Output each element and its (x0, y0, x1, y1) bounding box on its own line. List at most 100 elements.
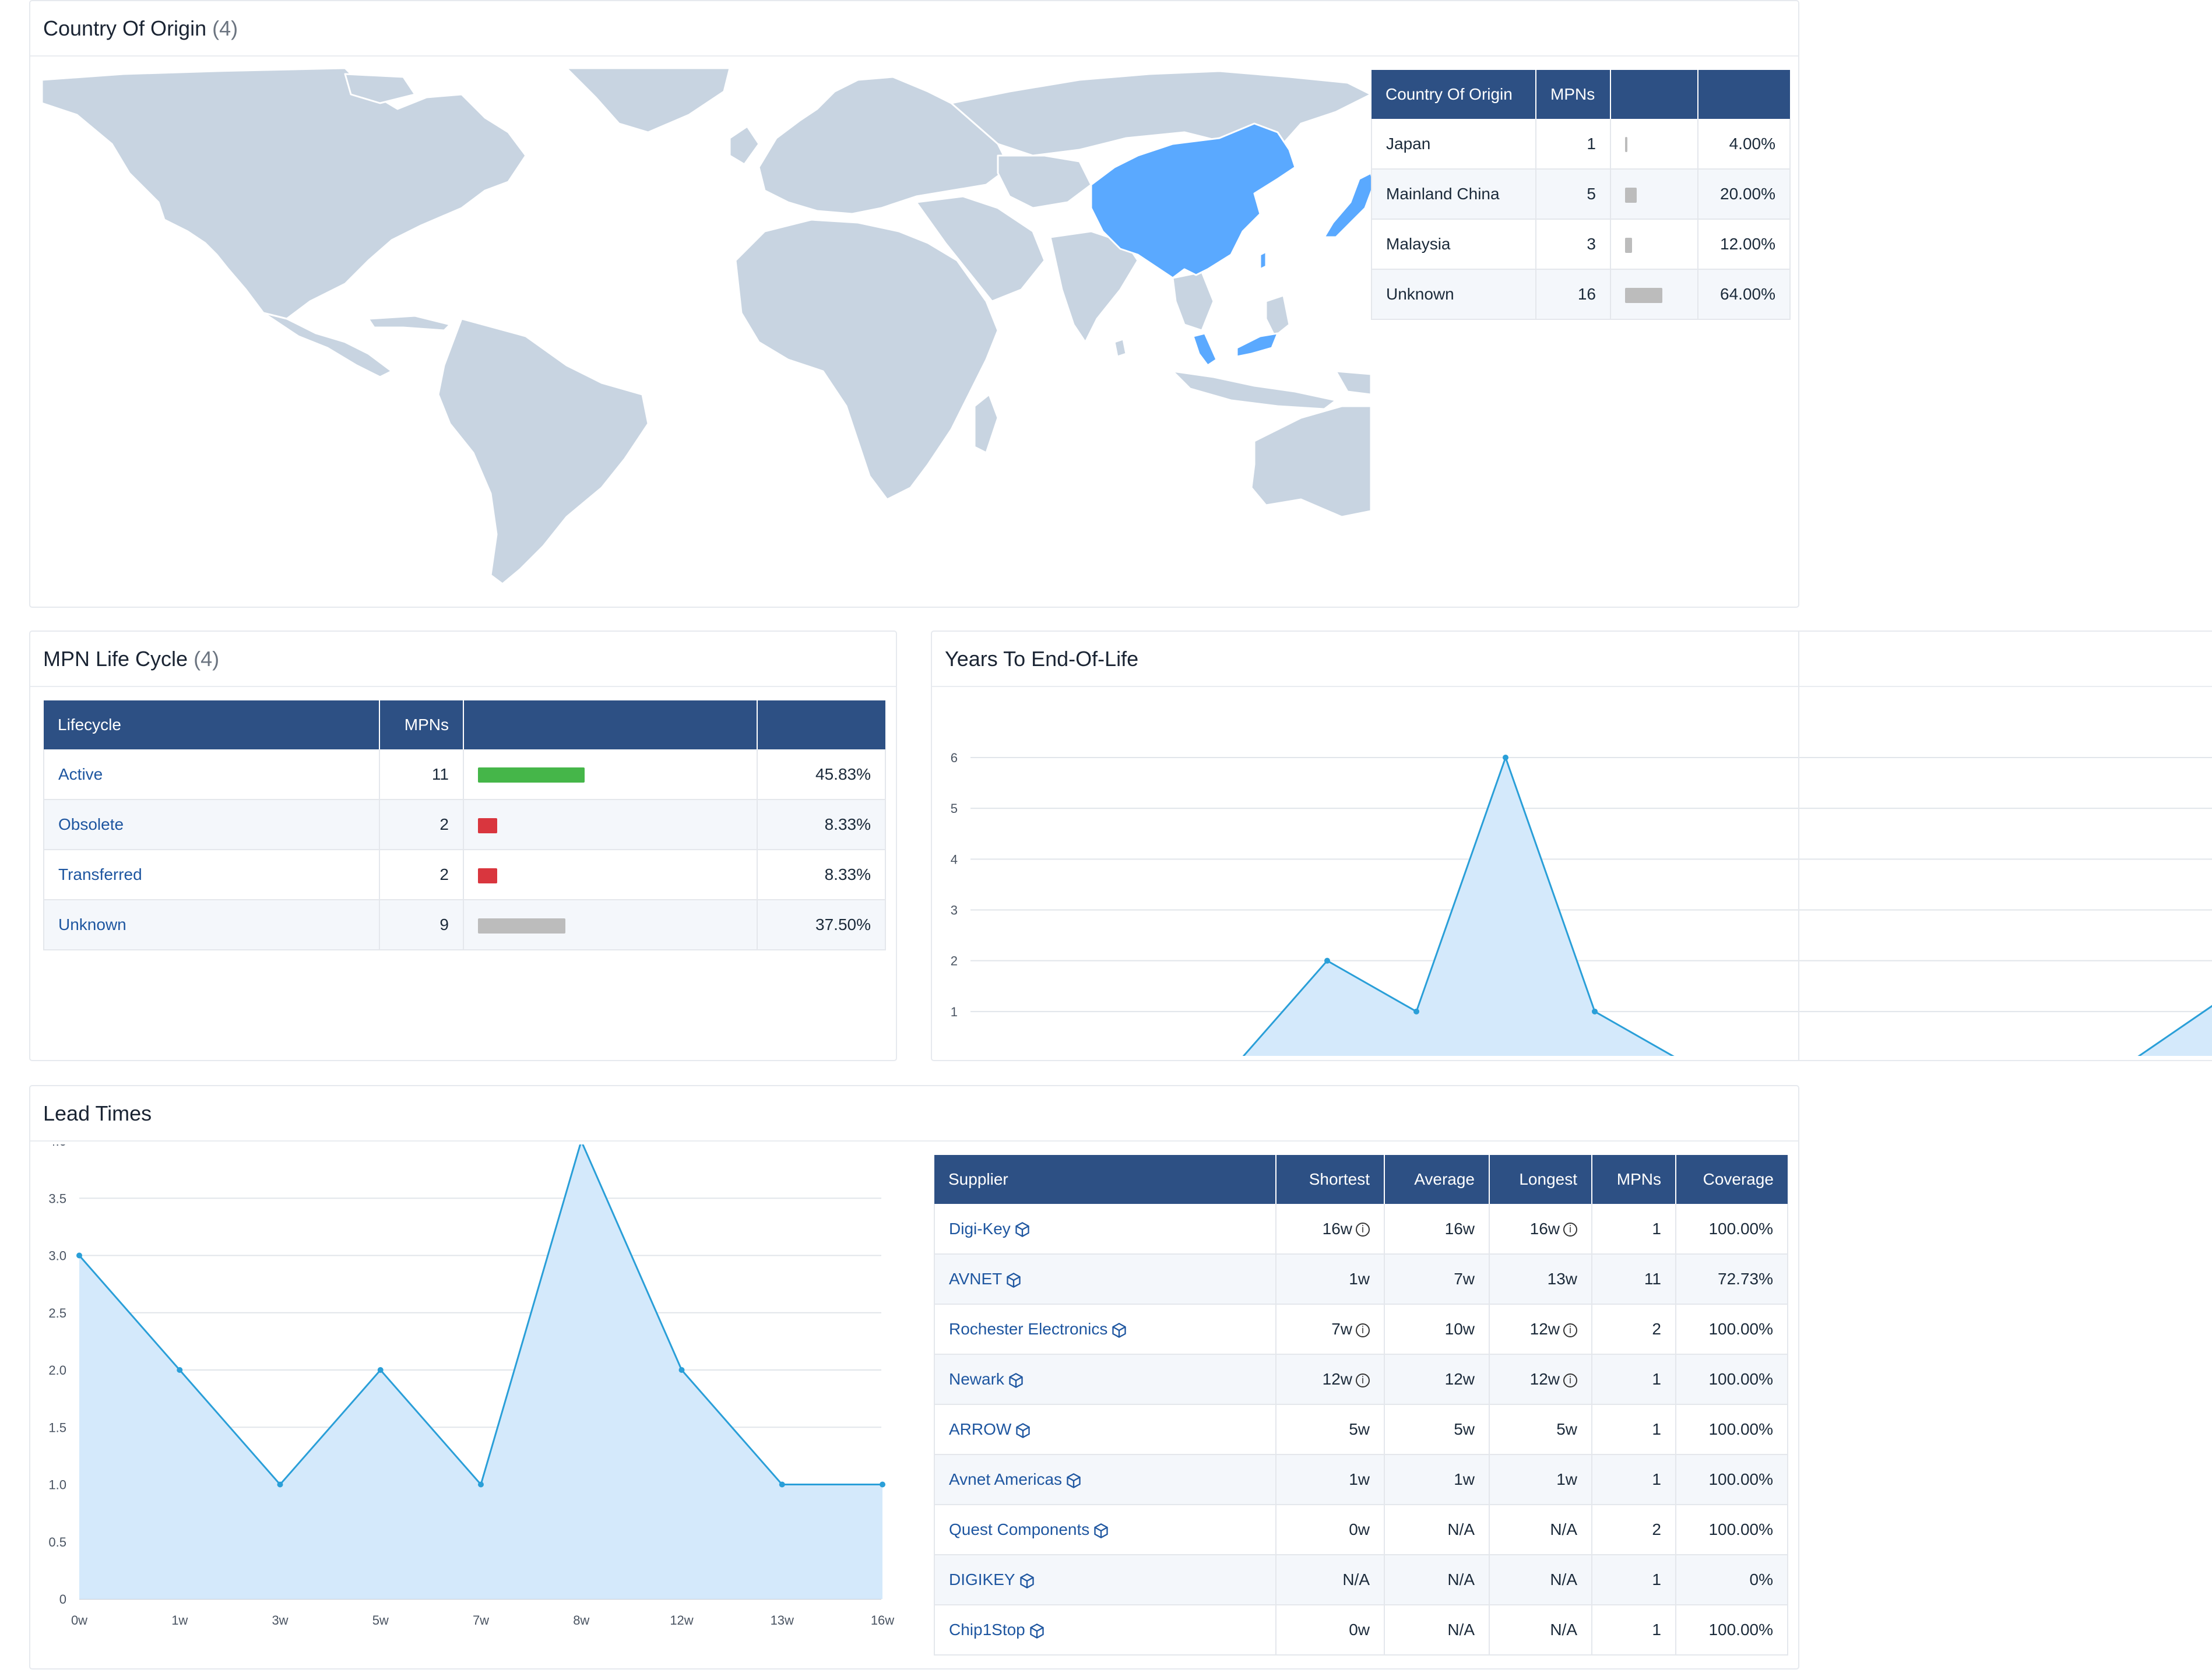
country-name: Mainland China (1371, 169, 1536, 220)
area-fill (79, 1144, 882, 1599)
supplier-row[interactable]: Rochester Electronics 7w i 10w 12w i 2 100.00% (934, 1304, 1788, 1355)
data-point[interactable] (779, 1481, 785, 1488)
map-taiwan[interactable] (1259, 251, 1267, 270)
map-japan[interactable] (1323, 172, 1371, 238)
lifecycle-table-header: Lifecycle MPNs (44, 700, 885, 749)
info-circle-icon[interactable]: i (1563, 1323, 1577, 1337)
map-philippines[interactable] (1265, 294, 1290, 337)
lifecycle-row[interactable]: Active 11 45.83% (43, 749, 886, 800)
info-circle-icon[interactable]: i (1356, 1223, 1370, 1237)
country-row[interactable]: Japan 1 4.00% (1371, 119, 1791, 170)
data-point[interactable] (678, 1367, 685, 1373)
country-row[interactable]: Malaysia 3 12.00% (1371, 219, 1791, 270)
col-shortest[interactable]: Shortest (1276, 1155, 1385, 1204)
country-mpns: 3 (1536, 219, 1611, 270)
supplier-mpns: 11 (1592, 1254, 1676, 1305)
longest-value: 12w (1529, 1370, 1560, 1388)
supplier-link[interactable]: Rochester Electronics (949, 1320, 1107, 1338)
col-lifecycle[interactable]: Lifecycle (44, 700, 380, 749)
col-longest[interactable]: Longest (1489, 1155, 1592, 1204)
panel-title: Lead Times (43, 1101, 152, 1126)
data-point[interactable] (880, 1481, 885, 1488)
supplier-row[interactable]: Chip1Stop 0w N/A N/A 1 100.00% (934, 1605, 1788, 1656)
supplier-row[interactable]: Avnet Americas 1w 1w 1w 1 100.00% (934, 1454, 1788, 1505)
country-row[interactable]: Mainland China 5 20.00% (1371, 169, 1791, 220)
map-malaysia-borneo[interactable] (1236, 332, 1279, 358)
supplier-row[interactable]: AVNET 1w 7w 13w 11 72.73% (934, 1254, 1788, 1305)
supplier-row[interactable]: Quest Components 0w N/A N/A 2 100.00% (934, 1505, 1788, 1555)
supplier-coverage: 100.00% (1676, 1304, 1788, 1355)
map-europe[interactable] (758, 76, 1011, 215)
col-mpns[interactable]: MPNs (379, 700, 464, 749)
supplier-cell: Rochester Electronics (934, 1304, 1276, 1355)
map-africa[interactable] (734, 219, 999, 501)
lifecycle-link[interactable]: Active (58, 765, 103, 783)
info-circle-icon[interactable]: i (1563, 1373, 1577, 1387)
map-malaysia-peninsula[interactable] (1192, 332, 1218, 367)
y-tick-label: 1 (951, 1005, 958, 1019)
map-south-america[interactable] (437, 318, 649, 585)
map-russia[interactable] (950, 70, 1371, 157)
col-mpns[interactable]: MPNs (1536, 70, 1611, 119)
shortest-value: 16w (1322, 1219, 1352, 1238)
data-point[interactable] (377, 1367, 384, 1373)
supplier-link[interactable]: Digi-Key (949, 1220, 1011, 1238)
supplier-link[interactable]: Newark (949, 1370, 1004, 1388)
map-north-america[interactable] (42, 68, 527, 320)
col-coverage[interactable]: Coverage (1676, 1155, 1788, 1204)
supplier-row[interactable]: DIGIKEY N/A N/A N/A 1 0% (934, 1555, 1788, 1605)
lifecycle-row[interactable]: Obsolete 2 8.33% (43, 799, 886, 850)
map-uk[interactable] (729, 125, 760, 165)
map-madagascar[interactable] (973, 393, 999, 454)
supplier-link[interactable]: DIGIKEY (949, 1570, 1015, 1589)
supplier-link[interactable]: ARROW (949, 1420, 1011, 1438)
lifecycle-link[interactable]: Obsolete (58, 815, 124, 833)
lifecycle-row[interactable]: Transferred 2 8.33% (43, 850, 886, 900)
supplier-row[interactable]: Newark 12w i 12w 12w i 1 100.00% (934, 1354, 1788, 1405)
longest-value: 16w (1529, 1219, 1560, 1238)
map-indonesia[interactable] (1172, 370, 1337, 410)
supplier-link[interactable]: Avnet Americas (949, 1470, 1062, 1488)
supplier-link[interactable]: Quest Components (949, 1520, 1089, 1538)
map-australia[interactable] (1250, 405, 1371, 518)
map-central-asia[interactable] (997, 154, 1092, 209)
title-count: (4) (194, 647, 220, 671)
data-point[interactable] (478, 1481, 484, 1488)
panel-header: Lead Times (30, 1086, 1798, 1142)
map-greenland[interactable] (565, 68, 731, 133)
col-mpns[interactable]: MPNs (1592, 1155, 1676, 1204)
supplier-link[interactable]: Chip1Stop (949, 1621, 1025, 1639)
lifecycle-row[interactable]: Unknown 9 37.50% (43, 900, 886, 950)
lifecycle-link[interactable]: Transferred (58, 865, 142, 883)
country-bar-cell (1610, 119, 1698, 170)
data-point[interactable] (277, 1481, 283, 1488)
data-point[interactable] (1503, 755, 1508, 760)
shortest-value: 1w (1349, 1470, 1370, 1488)
y-tick-label: 3.5 (48, 1191, 66, 1206)
data-point[interactable] (76, 1252, 82, 1259)
country-pct: 4.00% (1698, 119, 1791, 170)
longest-value: 12w (1529, 1320, 1560, 1338)
col-country[interactable]: Country Of Origin (1371, 70, 1536, 119)
supplier-row[interactable]: Digi-Key 16w i 16w 16w i 1 100.00% (934, 1204, 1788, 1255)
map-sri-lanka[interactable] (1113, 338, 1127, 358)
info-circle-icon[interactable]: i (1356, 1323, 1370, 1337)
lifecycle-label-cell: Transferred (43, 850, 380, 900)
info-circle-icon[interactable]: i (1563, 1223, 1577, 1237)
longest-cell: N/A (1489, 1505, 1592, 1555)
country-row[interactable]: Unknown 16 64.00% (1371, 269, 1791, 320)
col-supplier[interactable]: Supplier (934, 1155, 1276, 1204)
data-point[interactable] (1592, 1008, 1598, 1015)
panel-title: Country Of Origin (4) (43, 16, 238, 41)
map-southeast-asia[interactable] (1172, 271, 1215, 332)
data-point[interactable] (1324, 957, 1330, 964)
map-new-guinea[interactable] (1335, 370, 1371, 396)
col-average[interactable]: Average (1384, 1155, 1490, 1204)
supplier-row[interactable]: ARROW 5w 5w 5w 1 100.00% (934, 1404, 1788, 1455)
info-circle-icon[interactable]: i (1356, 1373, 1370, 1387)
data-point[interactable] (1413, 1008, 1419, 1015)
data-point[interactable] (177, 1367, 183, 1373)
lifecycle-link[interactable]: Unknown (58, 915, 126, 934)
map-caribbean[interactable] (367, 315, 451, 332)
supplier-link[interactable]: AVNET (949, 1270, 1002, 1288)
